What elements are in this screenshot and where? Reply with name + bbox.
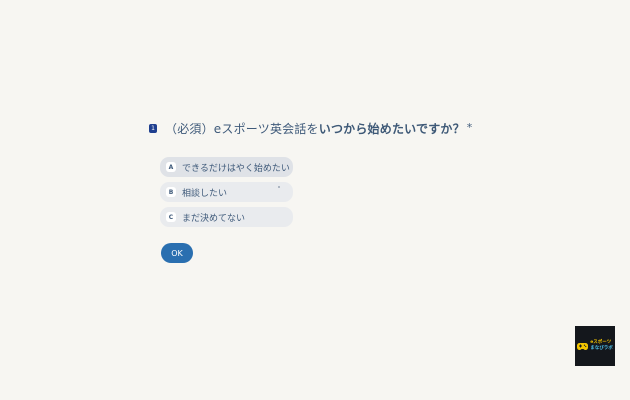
question-header: 1 （必須）eスポーツ英会話をいつから始めたいですか？ * (149, 120, 472, 137)
logo-text: eスポーツ まなびラボ (590, 340, 613, 351)
ok-button[interactable]: OK (161, 243, 193, 263)
required-mark: * (466, 121, 473, 134)
question-prefix: （必須）eスポーツ英会話を (165, 122, 319, 136)
gamepad-icon (577, 342, 589, 350)
logo-line-1: eスポーツ (590, 340, 612, 345)
choice-option-c[interactable]: C まだ決めてない (160, 207, 293, 227)
choice-option-b[interactable]: B 相談したい (160, 182, 293, 202)
choice-list: A できるだけはやく始めたい B 相談したい C まだ決めてない (160, 157, 293, 232)
choice-label: まだ決めてない (182, 213, 246, 224)
brand-logo[interactable]: eスポーツ まなびラボ (575, 326, 615, 366)
choice-label: 相談したい (182, 188, 228, 199)
question-text: （必須）eスポーツ英会話をいつから始めたいですか？ (165, 120, 465, 137)
question-emphasis: いつから始めたいですか？ (318, 122, 465, 136)
mouse-cursor-mark (278, 186, 280, 188)
choice-key-badge: C (166, 212, 176, 222)
choice-key-badge: B (166, 187, 176, 197)
question-number-badge: 1 (149, 124, 157, 133)
choice-label: できるだけはやく始めたい (182, 163, 290, 174)
choice-option-a[interactable]: A できるだけはやく始めたい (160, 157, 293, 177)
logo-line-2: まなびラボ (590, 345, 613, 351)
choice-key-badge: A (166, 162, 176, 172)
form-page: 1 （必須）eスポーツ英会話をいつから始めたいですか？ * A できるだけはやく… (0, 0, 630, 400)
